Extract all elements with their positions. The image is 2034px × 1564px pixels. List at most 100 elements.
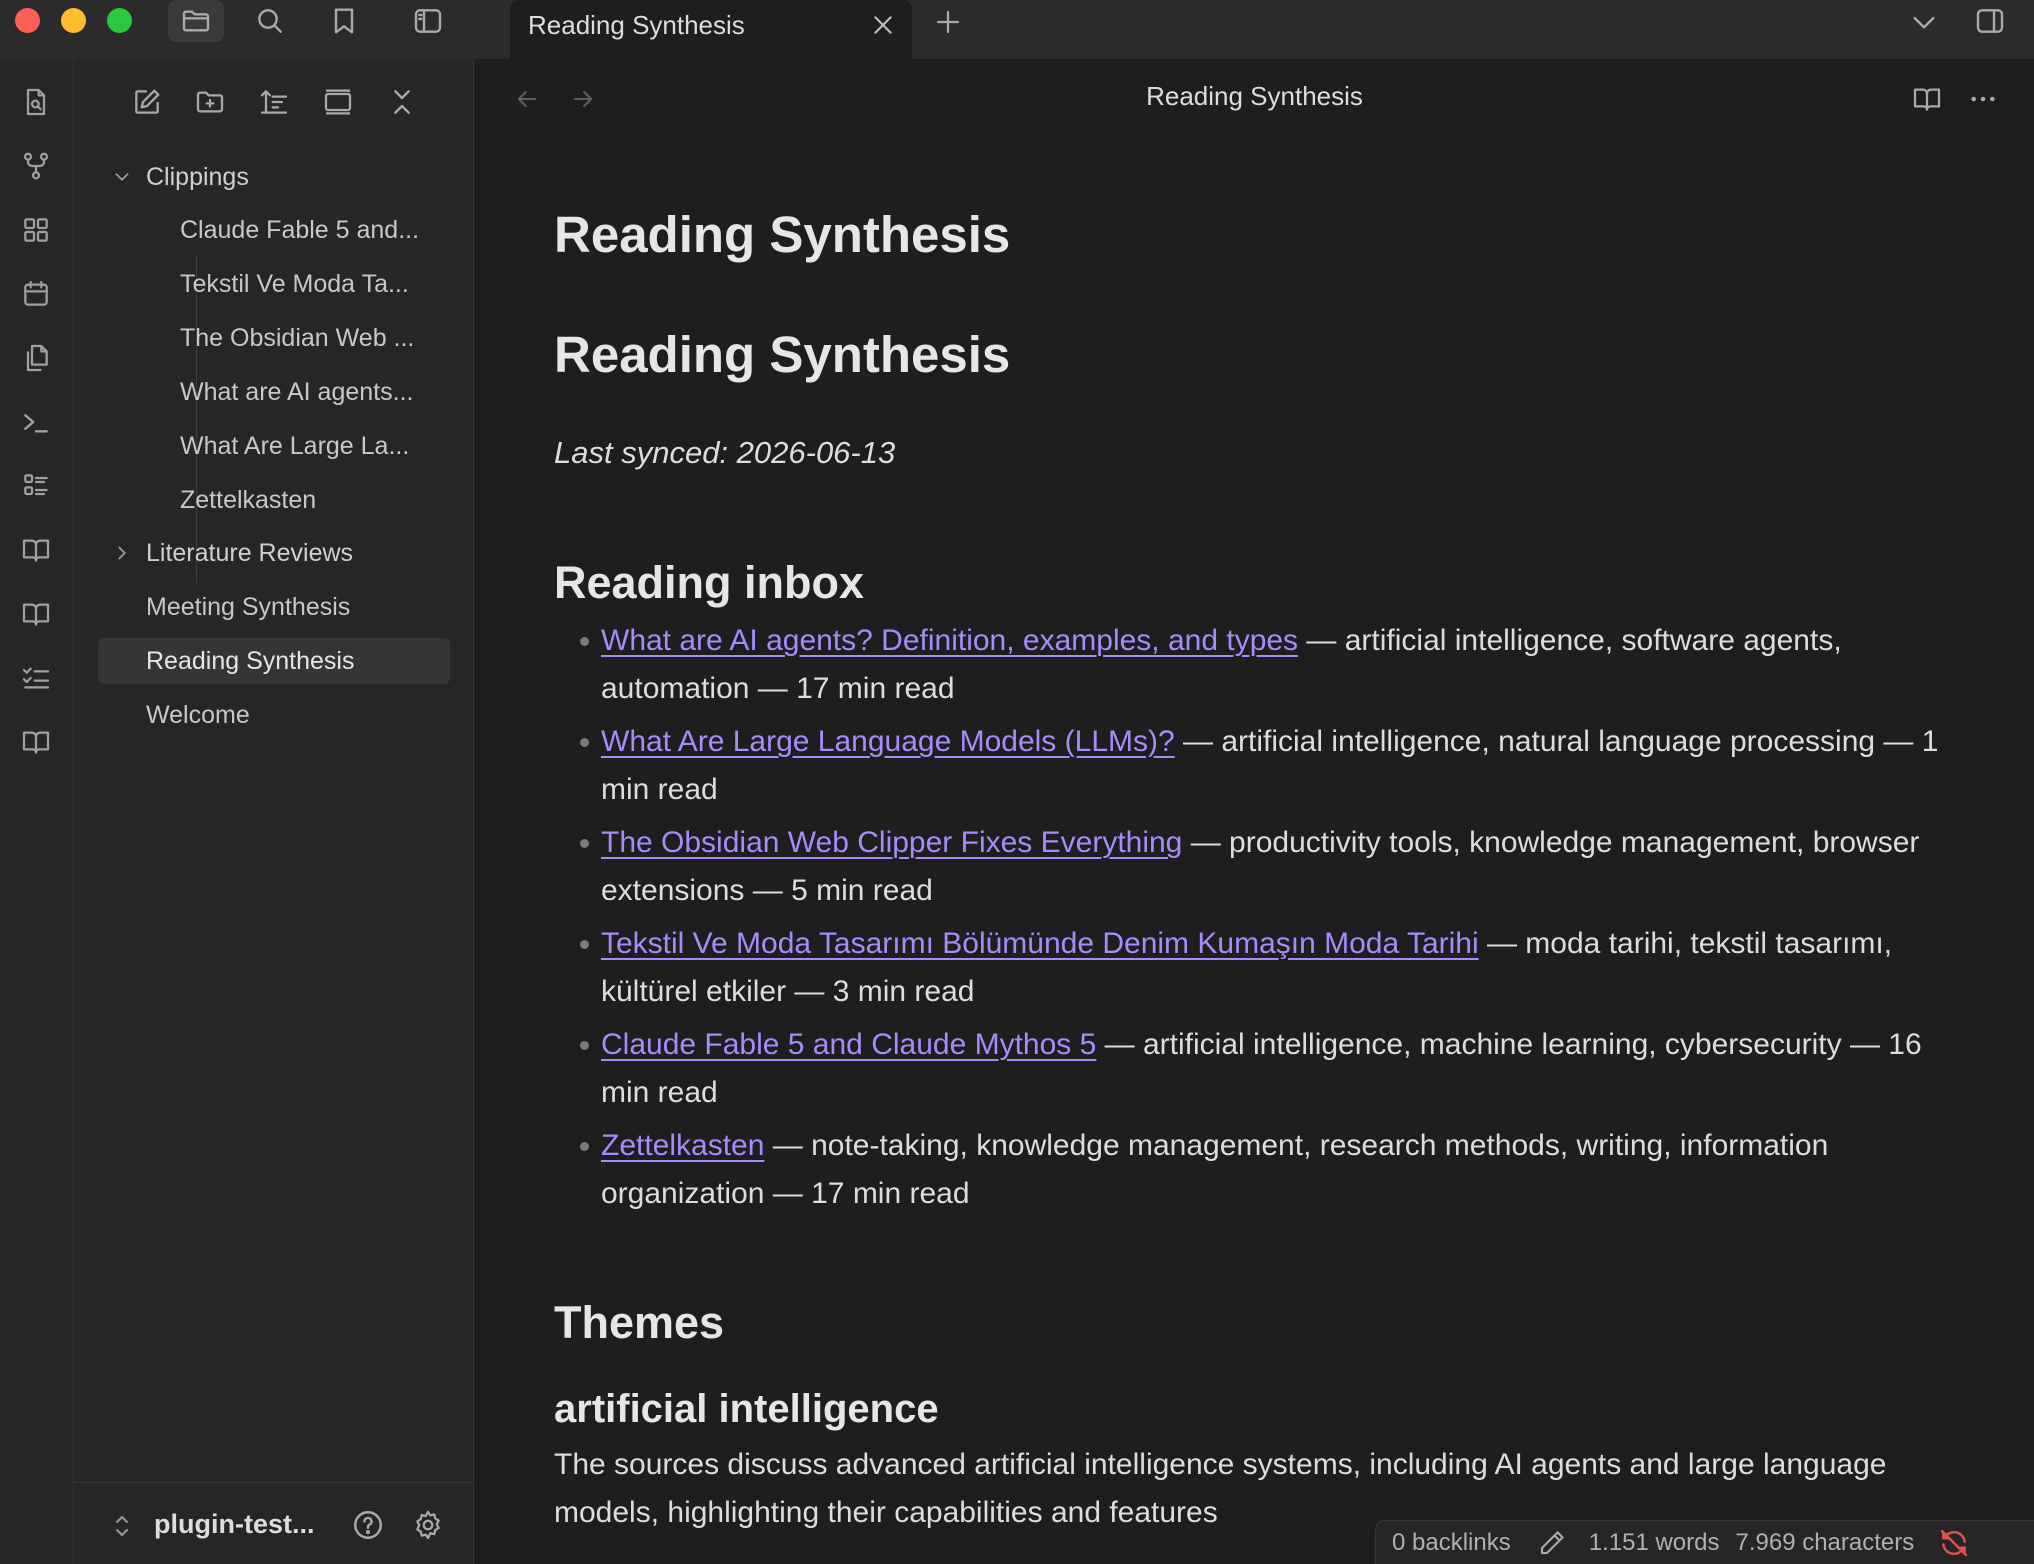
note-link[interactable]: What Are Large Language Models (LLMs)? — [601, 725, 1175, 758]
ribbon-command-palette[interactable] — [11, 397, 61, 447]
tab-reading-synthesis[interactable]: Reading Synthesis — [510, 0, 912, 59]
file-zettelkasten[interactable]: Zettelkasten — [180, 477, 460, 523]
pencil-icon — [1540, 1530, 1564, 1554]
file-what-are-ai-agents[interactable]: What are AI agents... — [180, 369, 460, 415]
right-sidebar-toggle[interactable] — [1966, 0, 2014, 42]
reading-view-toggle[interactable] — [1905, 77, 1949, 121]
folder-icon — [182, 10, 210, 32]
book-open-icon — [22, 603, 50, 626]
list-bullet — [580, 940, 589, 949]
theme-heading-ai: artificial intelligence — [554, 1387, 939, 1431]
ribbon-open-quick-switcher[interactable] — [11, 77, 61, 127]
tree-item-label: The Obsidian Web ... — [180, 323, 415, 352]
backlinks-count[interactable]: 0 backlinks — [1392, 1529, 1511, 1557]
note-link[interactable]: Claude Fable 5 and Claude Mythos 5 — [601, 1028, 1096, 1061]
vault-name[interactable]: plugin-test... — [154, 1509, 314, 1540]
file-explorer: Clippings Claude Fable 5 and... Tekstil … — [74, 59, 474, 1564]
help-button[interactable] — [348, 1505, 388, 1545]
ribbon-templates[interactable] — [11, 333, 61, 383]
tree-item-label: Zettelkasten — [180, 485, 317, 514]
tab-close-button[interactable] — [868, 10, 898, 40]
vault-switcher[interactable] — [110, 1511, 134, 1541]
file-meeting-synthesis[interactable]: Meeting Synthesis — [146, 584, 446, 630]
bookmark-icon — [334, 8, 354, 34]
file-obsidian-web-clipper[interactable]: The Obsidian Web ... — [180, 315, 460, 361]
ribbon-tasks[interactable] — [11, 653, 61, 703]
tree-item-label: Tekstil Ve Moda Ta... — [180, 269, 409, 298]
reading-inbox-list: What are AI agents? Definition, examples… — [580, 617, 1952, 1223]
tree-item-label: Reading Synthesis — [146, 646, 355, 675]
ribbon-reading-1[interactable] — [11, 525, 61, 575]
layout-dashboard-icon — [24, 218, 48, 242]
chevron-down-icon — [115, 173, 129, 181]
file-claude-fable[interactable]: Claude Fable 5 and... — [180, 207, 460, 253]
themes-heading: Themes — [554, 1297, 725, 1348]
list-item: What Are Large Language Models (LLMs)? —… — [580, 718, 1952, 814]
sort-button[interactable] — [249, 79, 299, 125]
note-heading-1: Reading Synthesis — [554, 206, 1011, 263]
folder-clippings[interactable]: Clippings — [146, 154, 446, 200]
window-maximize-button[interactable] — [107, 8, 132, 33]
file-reading-synthesis[interactable]: Reading Synthesis — [98, 638, 450, 684]
git-fork-icon — [23, 152, 49, 180]
ribbon-canvas[interactable] — [11, 205, 61, 255]
auto-reveal-button[interactable] — [313, 79, 363, 125]
new-folder-button[interactable] — [185, 79, 235, 125]
sync-status-button[interactable] — [1936, 1525, 1972, 1561]
file-tekstil-ve-moda[interactable]: Tekstil Ve Moda Ta... — [180, 261, 460, 307]
note-link[interactable]: What are AI agents? Definition, examples… — [601, 624, 1298, 657]
list-bullet — [580, 637, 589, 646]
ribbon-graph-view[interactable] — [11, 141, 61, 191]
note-link[interactable]: Tekstil Ve Moda Tasarımı Bölümünde Denim… — [601, 927, 1479, 960]
file-what-are-large-language-models[interactable]: What Are Large La... — [180, 423, 460, 469]
chevrons-down-up-icon — [394, 90, 410, 114]
ribbon-reading-3[interactable] — [11, 717, 61, 767]
more-options-button[interactable] — [1961, 77, 2005, 121]
word-count: 1.151 words — [1588, 1528, 1720, 1556]
left-sidebar-toggle[interactable] — [400, 0, 456, 42]
list-item: What are AI agents? Definition, examples… — [580, 617, 1952, 713]
list-bullet — [580, 1041, 589, 1050]
tree-item-label: Literature Reviews — [146, 538, 354, 567]
list-checks-icon — [22, 667, 50, 689]
collapse-all-button[interactable] — [377, 79, 427, 125]
help-circle-icon — [354, 1511, 382, 1539]
window-close-button[interactable] — [15, 8, 40, 33]
note-heading-1-second: Reading Synthesis — [554, 326, 1011, 383]
ribbon-daily-note[interactable] — [11, 269, 61, 319]
ribbon-reading-2[interactable] — [11, 589, 61, 639]
folder-collapsed-chevron[interactable] — [110, 541, 134, 565]
book-open-icon — [1913, 88, 1941, 111]
title-bar: Reading Synthesis — [0, 0, 2034, 59]
reading-inbox-heading: Reading inbox — [554, 557, 865, 608]
new-tab-button[interactable] — [928, 2, 968, 42]
list-bullet — [580, 1142, 589, 1151]
plus-icon — [936, 10, 960, 34]
folder-expanded-chevron[interactable] — [110, 165, 134, 189]
editing-mode-button[interactable] — [1535, 1526, 1569, 1560]
files-tab-button[interactable] — [168, 0, 224, 42]
search-tab-button[interactable] — [242, 0, 298, 42]
tree-item-label: Welcome — [146, 700, 250, 729]
folder-literature-reviews[interactable]: Literature Reviews — [146, 530, 446, 576]
bookmarks-tab-button[interactable] — [316, 0, 372, 42]
ribbon — [0, 59, 74, 1564]
view-header-title[interactable]: Reading Synthesis — [475, 81, 2034, 112]
note-link[interactable]: Zettelkasten — [601, 1129, 764, 1162]
sidebar-right-icon — [1976, 9, 2004, 33]
window-minimize-button[interactable] — [61, 8, 86, 33]
gear-icon — [416, 1510, 440, 1540]
vault-footer: plugin-test... — [74, 1482, 474, 1564]
book-open-icon — [22, 539, 50, 562]
tree-item-label: Claude Fable 5 and... — [180, 215, 420, 244]
character-count: 7.969 characters — [1735, 1528, 1915, 1556]
ribbon-outline[interactable] — [11, 461, 61, 511]
new-note-button[interactable] — [122, 79, 172, 125]
tab-list-dropdown[interactable] — [1904, 4, 1944, 40]
note-link[interactable]: The Obsidian Web Clipper Fixes Everythin… — [601, 826, 1182, 859]
edit-icon — [135, 89, 160, 114]
tree-item-label: What are AI agents... — [180, 377, 414, 406]
settings-button[interactable] — [408, 1505, 448, 1545]
more-horizontal-icon — [1971, 96, 1995, 102]
file-welcome[interactable]: Welcome — [146, 692, 446, 738]
